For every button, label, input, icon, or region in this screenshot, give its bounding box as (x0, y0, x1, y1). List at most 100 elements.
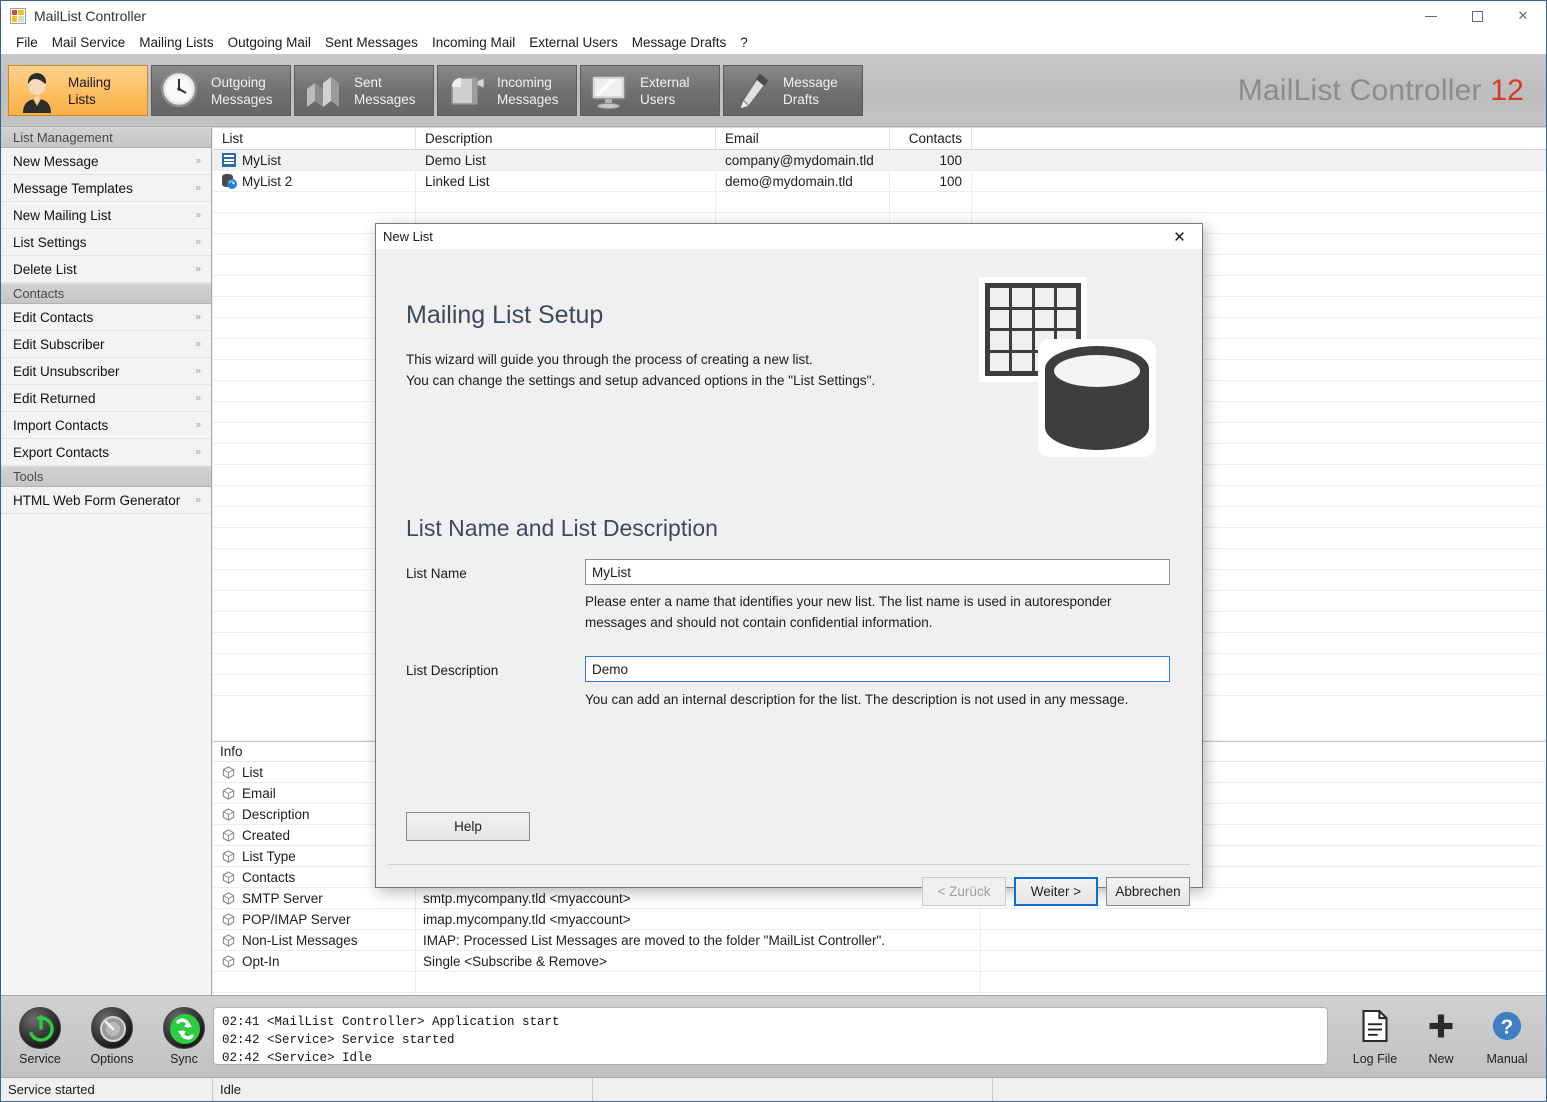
chevron-right-icon: » (195, 393, 201, 404)
ribbon-tab-label: IncomingMessages (497, 74, 559, 108)
cell-empty (890, 192, 972, 212)
menu-item-sent-messages[interactable]: Sent Messages (318, 33, 425, 52)
ribbon-tab-mailing-lists[interactable]: MailingLists (8, 65, 148, 116)
sidebar-item-edit-returned[interactable]: Edit Returned » (1, 385, 211, 412)
chevron-right-icon: » (195, 447, 201, 458)
sidebar-item-list-settings[interactable]: List Settings » (1, 229, 211, 256)
sync-button-label: Sync (170, 1052, 198, 1066)
cell-empty (972, 192, 1546, 212)
sidebar-item-new-mailing-list[interactable]: New Mailing List » (1, 202, 211, 229)
maximize-button[interactable] (1454, 1, 1500, 31)
new-button[interactable]: New (1408, 1009, 1474, 1066)
sync-icon (163, 1007, 205, 1049)
options-button-label: Options (90, 1052, 133, 1066)
dial-icon (91, 1007, 133, 1049)
list-name-input[interactable] (585, 559, 1170, 585)
minimize-icon (1425, 16, 1437, 17)
ribbon-tab-outgoing-messages[interactable]: OutgoingMessages (151, 65, 291, 116)
sync-button[interactable]: Sync (151, 1007, 217, 1066)
menu-item-message-drafts[interactable]: Message Drafts (625, 33, 734, 52)
log-file-button[interactable]: Log File (1342, 1009, 1408, 1066)
column-header-list[interactable]: List (213, 128, 416, 149)
help-button[interactable]: Help (406, 812, 530, 841)
close-button[interactable]: ✕ (1500, 1, 1546, 31)
cell-empty (213, 972, 416, 992)
info-row-value: Single <Subscribe & Remove> (416, 951, 981, 971)
table-row[interactable]: ↷ MyList 2 Linked List demo@mydomain.tld… (213, 171, 1546, 192)
cell-empty (416, 972, 981, 992)
column-header-email[interactable]: Email (716, 128, 890, 149)
menu-item-mail-service[interactable]: Mail Service (45, 33, 133, 52)
power-icon (19, 1007, 61, 1049)
status-segment-service: Service started (1, 1078, 213, 1101)
menu-item-file[interactable]: File (9, 33, 45, 52)
menu-item-outgoing-mail[interactable]: Outgoing Mail (221, 33, 318, 52)
info-row[interactable]: Non-List MessagesIMAP: Processed List Me… (213, 930, 1546, 951)
log-line: 02:41 <MailList Controller> Application … (222, 1013, 1319, 1031)
chevron-right-icon: » (195, 339, 201, 350)
dialog-close-button[interactable]: ✕ (1157, 224, 1202, 249)
back-button[interactable]: < Zurück (922, 877, 1006, 906)
sidebar-item-message-templates[interactable]: Message Templates » (1, 175, 211, 202)
info-row[interactable]: POP/IMAP Serverimap.mycompany.tld <myacc… (213, 909, 1546, 930)
service-button[interactable]: Service (7, 1007, 73, 1066)
dialog-title: New List (383, 229, 433, 244)
manual-button-label: Manual (1487, 1052, 1528, 1066)
sidebar-group-header: Tools (1, 466, 211, 487)
ribbon-tab-incoming-messages[interactable]: IncomingMessages (437, 65, 577, 116)
status-segment-state: Idle (213, 1078, 593, 1101)
dialog-divider (388, 864, 1190, 865)
sidebar-item-label: HTML Web Form Generator (13, 493, 180, 508)
options-button[interactable]: Options (79, 1007, 145, 1066)
column-header-contacts[interactable]: Contacts (890, 128, 972, 149)
sidebar-item-label: Import Contacts (13, 418, 108, 433)
cell-list-text: MyList 2 (242, 174, 292, 189)
column-header-description[interactable]: Description (416, 128, 716, 149)
info-row-key-text: Contacts (242, 870, 295, 885)
cube-icon (222, 913, 235, 926)
mailbox-icon (444, 69, 488, 113)
cancel-button[interactable]: Abbrechen (1106, 877, 1190, 906)
dialog-section-heading: List Name and List Description (406, 515, 718, 542)
info-row-value-extra (981, 930, 1546, 950)
sidebar-item-export-contacts[interactable]: Export Contacts » (1, 439, 211, 466)
table-row-empty[interactable] (213, 192, 1546, 213)
minimize-button[interactable] (1408, 1, 1454, 31)
info-row-key-text: Email (242, 786, 276, 801)
log-output[interactable]: 02:41 <MailList Controller> Application … (213, 1007, 1328, 1065)
status-bar: Service started Idle (1, 1077, 1546, 1101)
manual-button[interactable]: ? Manual (1474, 1009, 1540, 1066)
menu-item-help[interactable]: ? (733, 33, 755, 52)
menu-item-external-users[interactable]: External Users (522, 33, 625, 52)
ribbon-tab-label: ExternalUsers (640, 74, 690, 108)
new-button-label: New (1428, 1052, 1453, 1066)
sidebar-item-new-message[interactable]: New Message » (1, 148, 211, 175)
info-row[interactable]: Opt-InSingle <Subscribe & Remove> (213, 951, 1546, 972)
sidebar-item-edit-contacts[interactable]: Edit Contacts » (1, 304, 211, 331)
log-file-button-label: Log File (1353, 1052, 1397, 1066)
ribbon-tab-external-users[interactable]: ExternalUsers (580, 65, 720, 116)
column-header-blank[interactable] (972, 128, 1546, 149)
info-row-key: POP/IMAP Server (213, 909, 416, 929)
menu-item-mailing-lists[interactable]: Mailing Lists (132, 33, 220, 52)
info-row[interactable]: SMTP Serversmtp.mycompany.tld <myaccount… (213, 888, 1546, 909)
chevron-right-icon: » (195, 366, 201, 377)
table-row[interactable]: MyList Demo List company@mydomain.tld 10… (213, 150, 1546, 171)
dialog-intro: This wizard will guide you through the p… (406, 349, 875, 391)
cube-icon (222, 766, 235, 779)
sidebar-item-delete-list[interactable]: Delete List » (1, 256, 211, 283)
list-description-input[interactable] (585, 656, 1170, 682)
sidebar-item-import-contacts[interactable]: Import Contacts » (1, 412, 211, 439)
service-button-label: Service (19, 1052, 61, 1066)
sidebar-item-edit-subscriber[interactable]: Edit Subscriber » (1, 331, 211, 358)
linked-db-icon: ↷ (222, 174, 236, 188)
ribbon-tab-sent-messages[interactable]: SentMessages (294, 65, 434, 116)
next-button[interactable]: Weiter > (1014, 877, 1098, 906)
sidebar-item-edit-unsubscriber[interactable]: Edit Unsubscriber » (1, 358, 211, 385)
sidebar-item-html-web-form-generator[interactable]: HTML Web Form Generator » (1, 487, 211, 514)
menu-item-incoming-mail[interactable]: Incoming Mail (425, 33, 522, 52)
sidebar-item-label: Export Contacts (13, 445, 109, 460)
sidebar-item-label: New Message (13, 154, 99, 169)
bottom-right-buttons: Log File New ? Manual (1342, 996, 1540, 1078)
ribbon-tab-message-drafts[interactable]: MessageDrafts (723, 65, 863, 116)
